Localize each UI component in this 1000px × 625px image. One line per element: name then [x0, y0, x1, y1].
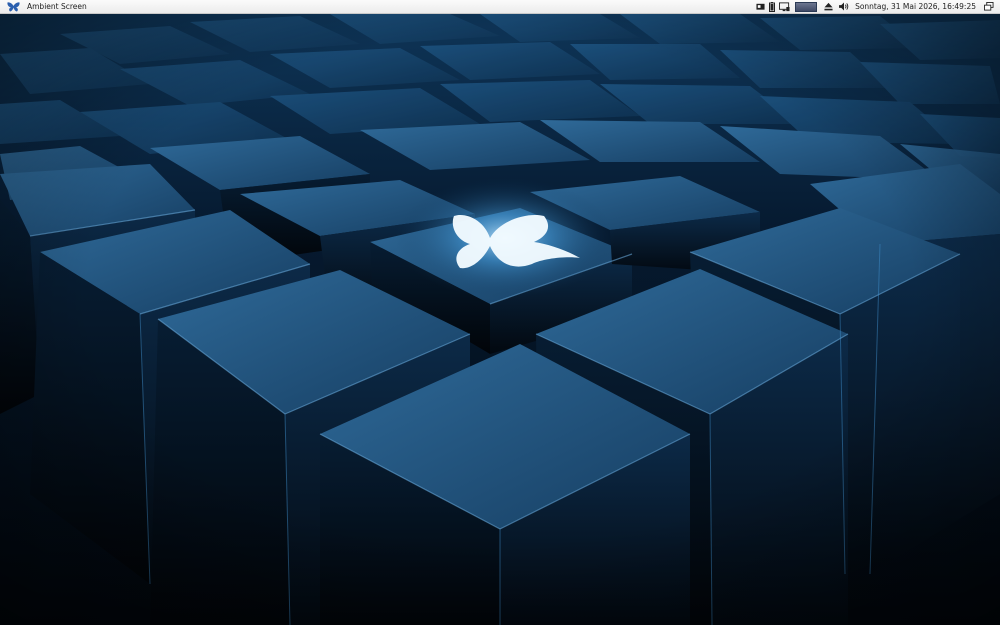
display-tray-button[interactable] — [779, 1, 790, 13]
eject-icon — [824, 2, 833, 11]
show-desktop-button[interactable] — [984, 1, 994, 13]
cpu-monitor-graph[interactable] — [795, 1, 818, 12]
battery-tray-button[interactable] — [769, 1, 776, 13]
wallpaper-vignette — [0, 14, 1000, 625]
panel-left: Ambient Screen — [0, 0, 87, 13]
volume-icon — [839, 2, 849, 11]
media-card-icon — [756, 3, 765, 10]
media-card-tray-button[interactable] — [756, 1, 765, 13]
desktop-wallpaper — [0, 14, 1000, 625]
system-tray: Sonntag, 31 Mai 2026, 16:49:25 — [752, 0, 1000, 13]
battery-icon — [769, 1, 776, 12]
eject-tray-button[interactable] — [824, 1, 833, 13]
desktop-screen: Ambient Screen Sonntag, 31 Mai 2026, 16:… — [0, 0, 1000, 625]
panel-clock[interactable]: Sonntag, 31 Mai 2026, 16:49:25 — [855, 2, 976, 11]
show-desktop-icon — [984, 2, 994, 11]
butterfly-icon — [6, 1, 20, 12]
application-menu-button[interactable] — [6, 1, 20, 13]
active-window-title[interactable]: Ambient Screen — [27, 2, 87, 11]
volume-tray-button[interactable] — [839, 1, 849, 13]
display-icon — [779, 1, 790, 11]
top-panel: Ambient Screen Sonntag, 31 Mai 2026, 16:… — [0, 0, 1000, 14]
